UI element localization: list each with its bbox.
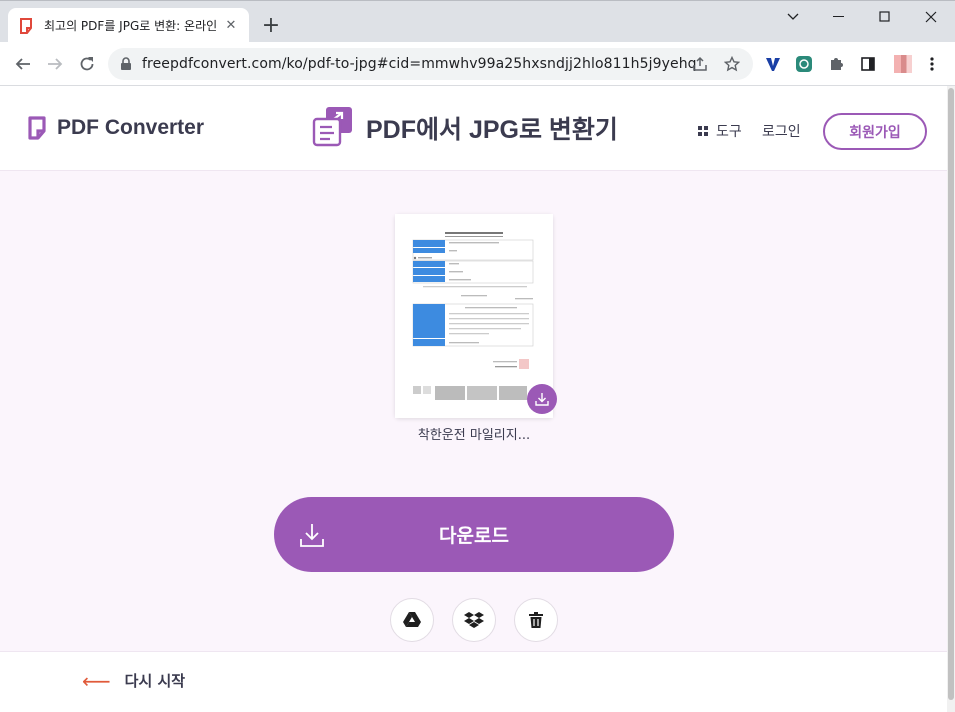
site-favicon-icon: [20, 17, 32, 34]
dropbox-icon: [464, 612, 484, 628]
site-header: PDF Converter PDF에서 JPG로 변환기 도구 로그인 회원가입: [0, 86, 947, 171]
login-link[interactable]: 로그인: [762, 121, 801, 141]
dropbox-button[interactable]: [452, 598, 496, 642]
grid-icon: [698, 125, 708, 136]
footer-bar: ⟵ 다시 시작: [0, 651, 947, 712]
new-tab-icon[interactable]: +: [259, 14, 283, 38]
convert-doc-icon: [312, 107, 352, 147]
side-panel-icon[interactable]: [858, 54, 878, 74]
reload-icon[interactable]: [73, 50, 101, 78]
page-scrollbar[interactable]: [947, 86, 955, 712]
page-title: PDF에서 JPG로 변환기: [366, 116, 618, 144]
tools-label: 도구: [716, 124, 742, 140]
tools-menu[interactable]: 도구: [698, 121, 742, 141]
delete-button[interactable]: [514, 598, 558, 642]
maximize-icon[interactable]: [862, 1, 908, 33]
download-button[interactable]: 다운로드: [274, 497, 674, 572]
minimize-icon[interactable]: [816, 1, 862, 33]
page: PDF Converter PDF에서 JPG로 변환기 도구 로그인 회원가입: [0, 86, 947, 712]
bookmark-star-icon[interactable]: [723, 55, 741, 73]
pdf-converter-logo-icon: [28, 116, 46, 140]
extensions-puzzle-icon[interactable]: [826, 54, 846, 74]
address-bar[interactable]: freepdfconvert.com/ko/pdf-to-jpg#cid=mmw…: [108, 48, 753, 80]
google-drive-icon: [403, 612, 421, 627]
close-window-icon[interactable]: [908, 1, 954, 33]
document-preview-image: [395, 214, 553, 418]
browser-tab-strip: 최고의 PDF를 JPG로 변환: 온라인 ✕ +: [0, 0, 955, 43]
lock-icon: [121, 57, 131, 70]
extension-shield-icon[interactable]: [794, 54, 814, 74]
file-name: 착한운전 마일리지...: [417, 428, 531, 443]
browser-menu-icon[interactable]: [922, 54, 942, 74]
tab-title: 최고의 PDF를 JPG로 변환: 온라인: [44, 19, 217, 33]
download-label: 다운로드: [439, 525, 509, 547]
file-thumbnail[interactable]: [395, 214, 553, 418]
share-icon[interactable]: [691, 55, 709, 73]
google-drive-button[interactable]: [390, 598, 434, 642]
tab-search-icon[interactable]: [770, 1, 816, 33]
scrollbar-thumb[interactable]: [948, 88, 954, 700]
browser-tab[interactable]: 최고의 PDF를 JPG로 변환: 온라인 ✕: [8, 8, 249, 43]
browser-toolbar: freepdfconvert.com/ko/pdf-to-jpg#cid=mmw…: [0, 42, 955, 86]
trash-icon: [529, 612, 543, 628]
profile-avatar[interactable]: [893, 54, 913, 74]
thumbnail-download-button[interactable]: [527, 384, 557, 414]
logo-text: PDF Converter: [57, 116, 205, 139]
extension-v-icon[interactable]: [763, 54, 783, 74]
download-icon: [535, 393, 549, 406]
url-text: freepdfconvert.com/ko/pdf-to-jpg#cid=mmw…: [142, 56, 697, 72]
restart-link[interactable]: ⟵ 다시 시작: [82, 670, 185, 691]
signup-button[interactable]: 회원가입: [823, 113, 927, 150]
back-icon[interactable]: [9, 50, 37, 78]
left-arrow-icon: ⟵: [82, 668, 111, 693]
download-icon: [300, 524, 324, 547]
tab-close-icon[interactable]: ✕: [223, 18, 239, 34]
restart-label: 다시 시작: [124, 672, 186, 690]
forward-icon[interactable]: [41, 50, 69, 78]
site-logo[interactable]: PDF Converter: [27, 116, 204, 140]
